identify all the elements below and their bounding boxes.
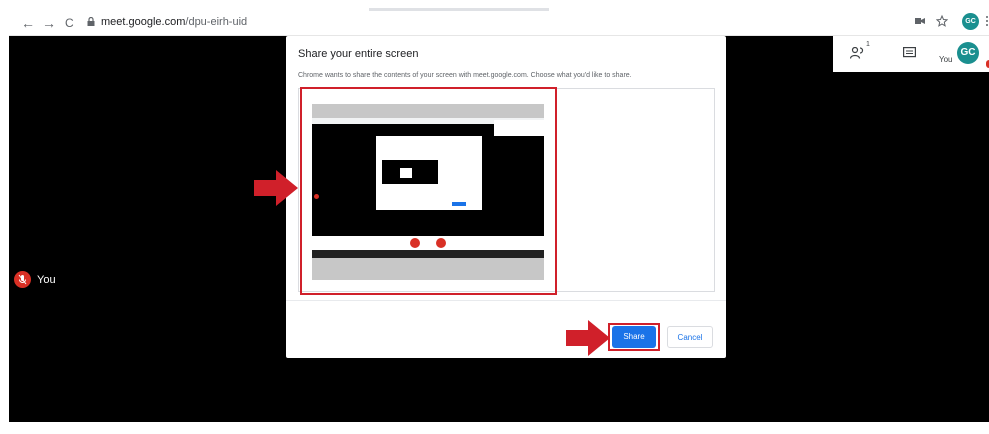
tab-strip bbox=[369, 8, 549, 11]
browser-toolbar: ← → C meet.google.com/dpu-eirh-uid GC bbox=[9, 8, 989, 36]
dialog-divider bbox=[286, 300, 726, 301]
menu-icon[interactable] bbox=[985, 13, 989, 29]
meet-top-controls: 1 You GC bbox=[833, 36, 989, 72]
lock-icon[interactable] bbox=[87, 17, 95, 26]
thumbnail-mic-button bbox=[410, 238, 420, 248]
back-icon[interactable]: ← bbox=[21, 16, 35, 30]
url-host: meet.google.com bbox=[101, 16, 186, 28]
thumbnail-arrow-mark bbox=[314, 194, 319, 199]
thumbnail-controls bbox=[494, 120, 544, 136]
participant-count: 1 bbox=[866, 41, 870, 48]
star-icon[interactable] bbox=[936, 13, 948, 29]
people-icon[interactable] bbox=[850, 47, 864, 59]
self-name: You bbox=[37, 273, 56, 286]
thumbnail-taskbar bbox=[312, 250, 544, 258]
camera-icon[interactable] bbox=[915, 13, 925, 29]
thumbnail-cam-button bbox=[436, 238, 446, 248]
self-tile: You bbox=[14, 271, 56, 288]
share-button-highlight bbox=[608, 323, 660, 351]
screen: ← → C meet.google.com/dpu-eirh-uid GC Yo bbox=[0, 0, 989, 434]
thumbnail-share-button bbox=[452, 202, 466, 206]
chat-icon[interactable] bbox=[903, 47, 916, 59]
you-label: You bbox=[939, 55, 953, 64]
dialog-description: Chrome wants to share the contents of yo… bbox=[298, 72, 632, 79]
arrow-icon bbox=[566, 320, 610, 356]
reload-icon[interactable]: C bbox=[65, 16, 74, 30]
screen-thumbnail[interactable] bbox=[312, 104, 544, 280]
thumbnail-preview-window bbox=[400, 168, 412, 178]
mic-off-icon bbox=[14, 271, 31, 288]
meet-avatar[interactable]: GC bbox=[957, 42, 979, 64]
url-path: /dpu-eirh-uid bbox=[185, 16, 248, 28]
cancel-button[interactable]: Cancel bbox=[667, 326, 713, 348]
profile-avatar[interactable]: GC bbox=[962, 13, 979, 30]
arrow-icon bbox=[254, 170, 298, 206]
forward-icon[interactable]: → bbox=[42, 16, 56, 30]
dialog-title: Share your entire screen bbox=[298, 48, 419, 60]
address-bar[interactable]: meet.google.com/dpu-eirh-uid bbox=[101, 16, 247, 28]
